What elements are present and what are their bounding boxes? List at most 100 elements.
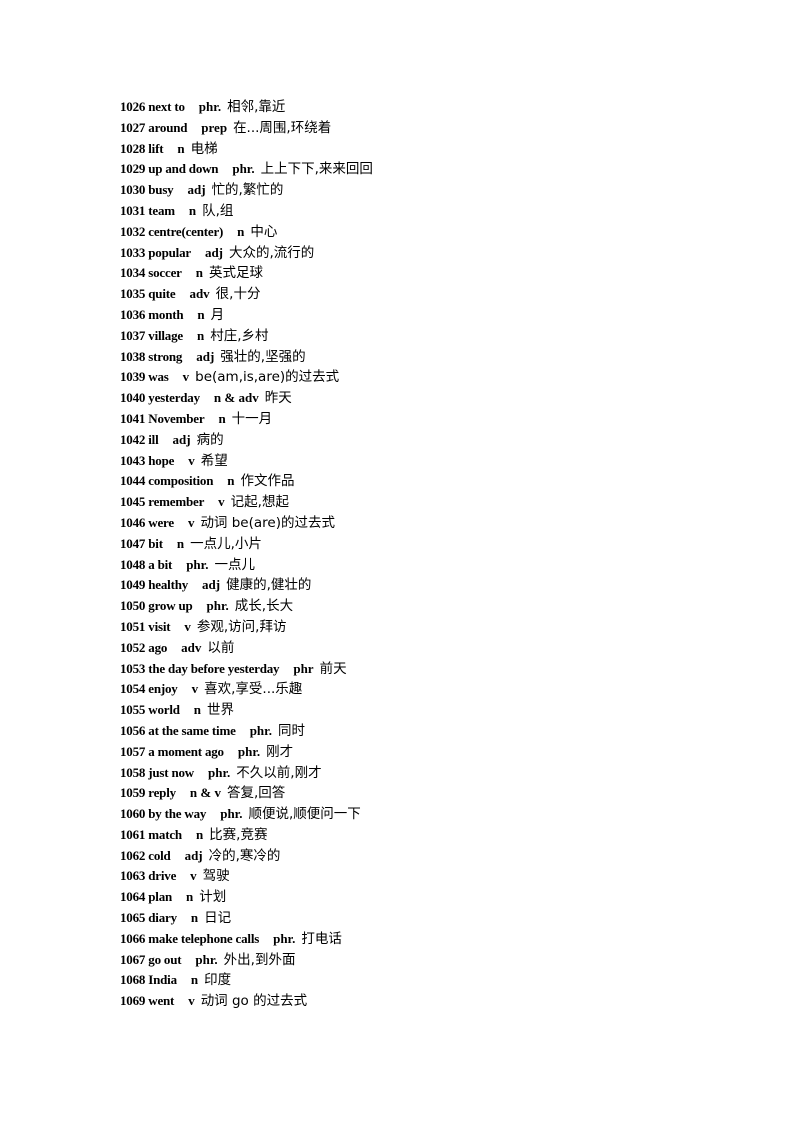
entry-part-of-speech: v xyxy=(187,514,195,530)
entry-headword: just now xyxy=(148,764,194,780)
vocab-entry: 1065 diary n 日记 xyxy=(120,908,373,929)
entry-number: 1054 xyxy=(120,681,146,697)
entry-headword: strong xyxy=(148,348,183,364)
entry-part-of-speech: n xyxy=(190,910,199,926)
entry-part-of-speech: n xyxy=(186,889,194,905)
entry-headword: a moment ago xyxy=(148,743,224,759)
entry-meaning: 相邻,靠近 xyxy=(227,99,286,115)
vocab-entry: 1053 the day before yesterday phr 前天 xyxy=(120,659,373,680)
entry-headword: hope xyxy=(148,452,175,468)
entry-part-of-speech: v xyxy=(191,681,199,697)
entry-part-of-speech: n xyxy=(190,972,199,988)
entry-part-of-speech: n & adv xyxy=(213,390,259,406)
vocab-entry: 1040 yesterday n & adv 昨天 xyxy=(120,388,373,409)
entry-meaning: 健康的,健壮的 xyxy=(226,577,312,594)
entry-part-of-speech: phr xyxy=(293,660,314,676)
entry-english: 1048 a bit xyxy=(120,557,172,572)
entry-part-of-speech: phr. xyxy=(198,99,222,114)
entry-headword: around xyxy=(148,119,188,135)
entry-number: 1047 xyxy=(120,535,146,551)
entry-english: 1042 ill xyxy=(120,432,159,447)
vocab-entry: 1063 drive v 驾驶 xyxy=(120,866,373,887)
vocab-entry: 1056 at the same time phr. 同时 xyxy=(120,721,373,742)
vocab-entry: 1069 went v 动词 go 的过去式 xyxy=(120,991,373,1012)
entry-english: 1040 yesterday xyxy=(120,390,200,405)
entry-part-of-speech: phr. xyxy=(195,951,218,967)
entry-number: 1028 xyxy=(120,140,146,156)
entry-english: 1047 bit xyxy=(120,536,163,551)
entry-headword: visit xyxy=(148,618,171,634)
vocab-entry: 1035 quite adv 很,十分 xyxy=(120,284,373,305)
vocab-entry: 1052 ago adv 以前 xyxy=(120,638,373,659)
entry-meaning: 月 xyxy=(210,306,225,323)
entry-english: 1027 around xyxy=(120,120,187,135)
entry-headword: plan xyxy=(148,889,173,905)
entry-english: 1034 soccer xyxy=(120,265,182,280)
entry-meaning: 动词 go 的过去式 xyxy=(200,993,308,1010)
vocab-entry: 1048 a bit phr. 一点儿 xyxy=(120,555,373,576)
entry-meaning: 一点儿 xyxy=(214,556,255,573)
entry-english: 1043 hope xyxy=(120,453,174,468)
entry-part-of-speech: adj xyxy=(172,431,191,447)
vocab-entry: 1046 were v 动词 be(are)的过去式 xyxy=(120,513,373,534)
entry-meaning: 不久以前,刚才 xyxy=(236,764,322,781)
entry-number: 1034 xyxy=(120,265,146,281)
entry-english: 1057 a moment ago xyxy=(120,744,224,759)
vocab-entry: 1031 team n 队,组 xyxy=(120,201,373,222)
entry-meaning: 队,组 xyxy=(202,202,234,219)
entry-headword: busy xyxy=(148,182,174,198)
entry-headword: healthy xyxy=(148,577,189,593)
entry-meaning: 驾驶 xyxy=(202,868,230,885)
entry-headword: centre(center) xyxy=(148,223,224,239)
vocab-entry: 1030 busy adj 忙的,繁忙的 xyxy=(120,180,373,201)
entry-headword: village xyxy=(148,327,183,343)
entry-number: 1038 xyxy=(120,348,146,364)
entry-part-of-speech: v xyxy=(184,618,191,634)
vocab-entry: 1068 India n 印度 xyxy=(120,970,373,991)
entry-english: 1051 visit xyxy=(120,618,171,634)
entry-part-of-speech: v xyxy=(188,452,195,468)
entry-english: 1055 world xyxy=(120,702,180,717)
entry-meaning: 电梯 xyxy=(190,140,218,157)
entry-headword: drive xyxy=(148,868,177,884)
entry-headword: team xyxy=(148,202,175,218)
entry-number: 1055 xyxy=(120,702,146,718)
entry-headword: enjoy xyxy=(148,681,178,697)
entry-number: 1052 xyxy=(120,639,146,655)
entry-number: 1037 xyxy=(120,327,146,343)
entry-english: 1058 just now xyxy=(120,765,194,780)
entry-number: 1060 xyxy=(120,806,146,822)
entry-number: 1029 xyxy=(120,161,146,177)
entry-part-of-speech: n xyxy=(195,826,204,842)
entry-meaning: 昨天 xyxy=(264,390,292,407)
entry-meaning: 前天 xyxy=(319,660,347,677)
entry-headword: composition xyxy=(148,473,214,489)
entry-meaning: 以前 xyxy=(207,639,235,656)
entry-english: 1062 cold xyxy=(120,848,171,863)
entry-number: 1031 xyxy=(120,202,146,218)
vocab-entry: 1027 around prep 在...周围,环绕着 xyxy=(120,118,373,139)
entry-number: 1050 xyxy=(120,598,146,614)
entry-part-of-speech: n xyxy=(176,535,185,551)
entry-meaning: 成长,长大 xyxy=(234,598,294,615)
vocab-entry: 1038 strong adj 强壮的,坚强的 xyxy=(120,347,373,368)
entry-headword: grow up xyxy=(148,598,193,614)
entry-meaning: 上上下下,来来回回 xyxy=(260,161,373,178)
entry-headword: remember xyxy=(148,494,205,510)
entry-part-of-speech: v xyxy=(182,369,190,385)
vocab-entry: 1061 match n 比赛,竞赛 xyxy=(120,825,373,846)
entry-number: 1046 xyxy=(120,514,146,530)
vocab-entry: 1044 composition n 作文作品 xyxy=(120,471,373,492)
vocab-entry: 1051 visit v 参观,访问,拜访 xyxy=(120,617,373,638)
entry-english: 1056 at the same time xyxy=(120,723,236,738)
vocab-entry: 1042 ill adj 病的 xyxy=(120,430,373,451)
entry-headword: go out xyxy=(148,951,182,967)
entry-number: 1035 xyxy=(120,286,146,302)
entry-part-of-speech: adj xyxy=(196,348,215,364)
entry-number: 1027 xyxy=(120,119,146,135)
entry-headword: were xyxy=(148,514,174,530)
entry-english: 1030 busy xyxy=(120,182,174,197)
entry-part-of-speech: phr. xyxy=(206,598,229,614)
entry-headword: diary xyxy=(148,910,177,926)
entry-meaning: 强壮的,坚强的 xyxy=(220,348,306,365)
